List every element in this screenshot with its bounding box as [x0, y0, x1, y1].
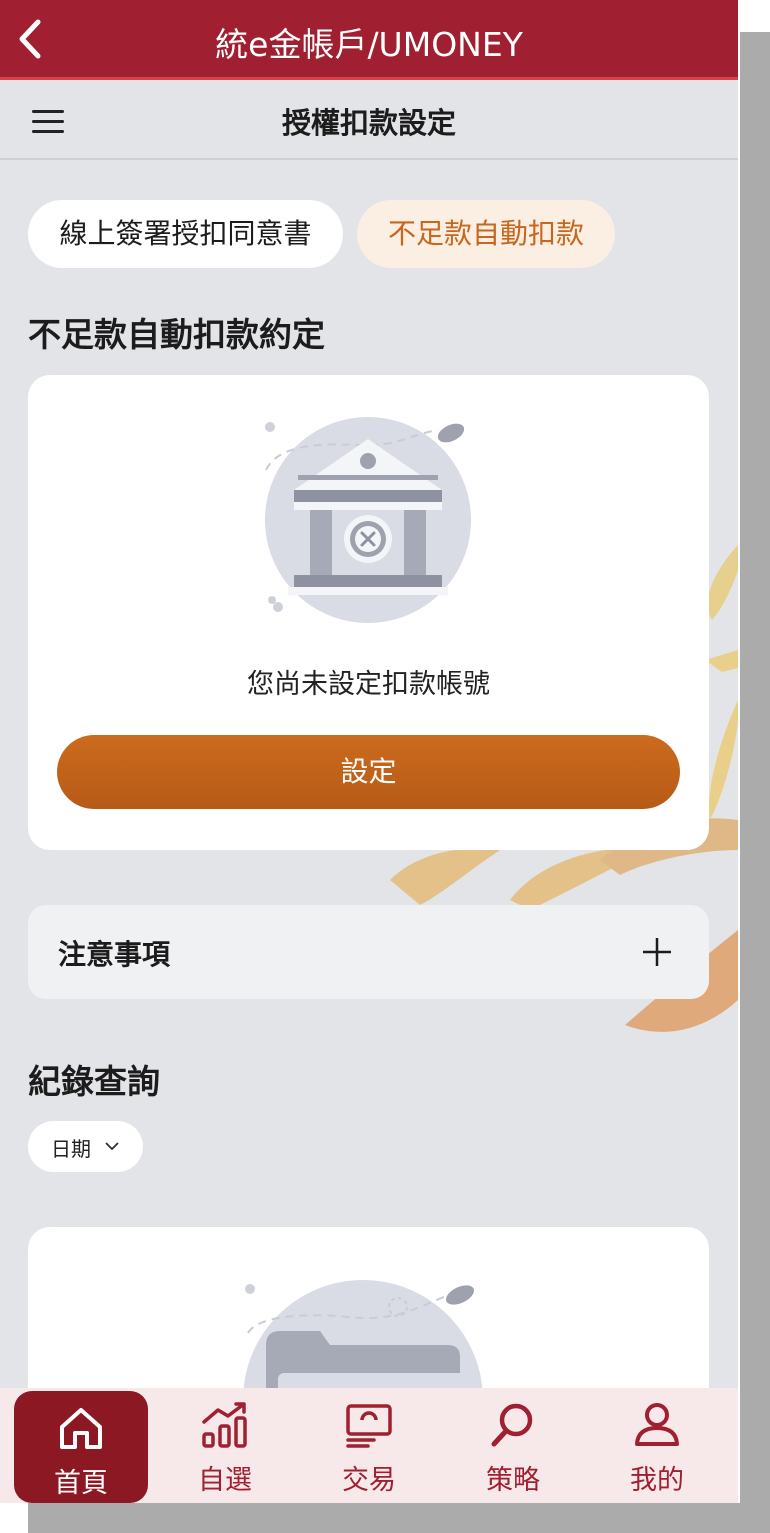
nav-item-profile[interactable]: 我的 — [590, 1388, 724, 1503]
notice-accordion[interactable]: 注意事項 — [28, 905, 709, 999]
nav-item-home[interactable]: 首頁 — [14, 1391, 148, 1503]
user-icon — [635, 1403, 679, 1446]
nav-label-watchlist: 自選 — [198, 1465, 252, 1496]
plus-icon[interactable] — [640, 935, 674, 969]
date-filter-label: 日期 — [51, 1137, 91, 1161]
chart-icon — [202, 1402, 247, 1448]
nav-item-trade[interactable]: 交易 — [302, 1388, 436, 1503]
nav-label-trade: 交易 — [342, 1465, 396, 1496]
nav-label-profile: 我的 — [630, 1465, 684, 1496]
app-screen: 統e金帳戶/UMONEY 授權扣款設定 線上簽署授扣同意書 不足款自動扣款 不足… — [0, 0, 738, 1503]
money-icon — [346, 1404, 392, 1448]
notice-label: 注意事項 — [58, 938, 171, 971]
section-title-records: 紀錄查詢 — [28, 1062, 160, 1101]
date-filter-dropdown[interactable]: 日期 — [28, 1121, 143, 1172]
tab-online-signing[interactable]: 線上簽署授扣同意書 — [28, 200, 343, 268]
nav-item-strategy[interactable]: 策略 — [446, 1388, 580, 1503]
search-icon — [491, 1403, 533, 1447]
page-shadow — [740, 32, 770, 1533]
page-title: 授權扣款設定 — [281, 106, 456, 140]
nav-item-watchlist[interactable]: 自選 — [158, 1388, 292, 1503]
app-title: 統e金帳戶/UMONEY — [215, 25, 523, 64]
tab-auto-debit[interactable]: 不足款自動扣款 — [357, 200, 615, 268]
home-icon — [60, 1408, 102, 1449]
nav-label-home: 首頁 — [54, 1468, 108, 1499]
page-shadow — [28, 1503, 770, 1533]
agreement-card: 您尚未設定扣款帳號 設定 — [28, 375, 709, 850]
bank-empty-illustration — [265, 417, 471, 623]
nav-label-strategy: 策略 — [486, 1465, 540, 1496]
empty-state-message: 您尚未設定扣款帳號 — [247, 669, 490, 700]
app-bar: 統e金帳戶/UMONEY — [0, 0, 738, 80]
chevron-down-icon — [105, 1142, 119, 1151]
sub-header: 授權扣款設定 — [0, 80, 738, 160]
set-button[interactable]: 設定 — [57, 735, 680, 809]
bottom-nav: 首頁 自選 交易 策略 我的 — [0, 1388, 738, 1503]
section-title-agreement: 不足款自動扣款約定 — [28, 315, 325, 354]
folder-empty-illustration — [243, 1280, 483, 1395]
